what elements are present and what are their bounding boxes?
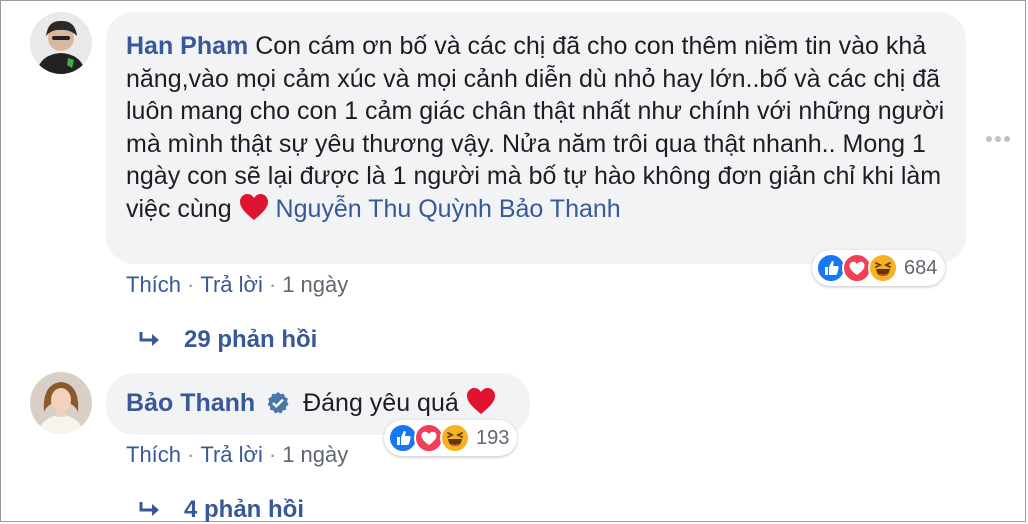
heart-emoji: [239, 193, 269, 230]
mention-link[interactable]: Nguyễn Thu Quỳnh Bảo Thanh: [276, 195, 621, 223]
comment-time[interactable]: 1 ngày: [282, 442, 348, 467]
reply-arrow-icon: [139, 502, 159, 516]
reaction-count: 684: [904, 256, 938, 279]
like-link[interactable]: Thích: [126, 442, 181, 467]
reactions-summary[interactable]: 193: [384, 420, 518, 456]
avatar-bao-thanh[interactable]: [30, 372, 92, 434]
reactions-summary[interactable]: 684: [812, 250, 946, 286]
verified-badge-icon: [266, 391, 290, 424]
view-replies-link[interactable]: 4 phản hồi: [138, 496, 304, 524]
more-options-icon[interactable]: [986, 136, 1010, 142]
avatar-han-pham[interactable]: [30, 12, 92, 74]
comment-time[interactable]: 1 ngày: [282, 272, 348, 297]
replies-count: 4 phản hồi: [184, 496, 304, 523]
comment-actions: Thích · Trả lời · 1 ngày: [126, 272, 349, 297]
comment-author[interactable]: Bảo Thanh: [126, 389, 255, 417]
reply-link[interactable]: Trả lời: [200, 442, 263, 467]
comment-author[interactable]: Han Pham: [126, 32, 248, 60]
reply-link[interactable]: Trả lời: [200, 272, 263, 297]
comment-actions: Thích · Trả lời · 1 ngày: [126, 442, 349, 467]
reply-arrow-icon: [139, 332, 159, 346]
view-replies-link[interactable]: 29 phản hồi: [138, 326, 317, 354]
haha-icon: [440, 423, 470, 453]
heart-emoji: [466, 387, 496, 424]
replies-count: 29 phản hồi: [184, 326, 318, 353]
reaction-count: 193: [476, 426, 510, 449]
comment-text: Đáng yêu quá: [303, 389, 459, 417]
comment-bubble-han-pham: Han Pham Con cám ơn bố và các chị đã cho…: [106, 12, 966, 264]
like-link[interactable]: Thích: [126, 272, 181, 297]
haha-icon: [868, 253, 898, 283]
